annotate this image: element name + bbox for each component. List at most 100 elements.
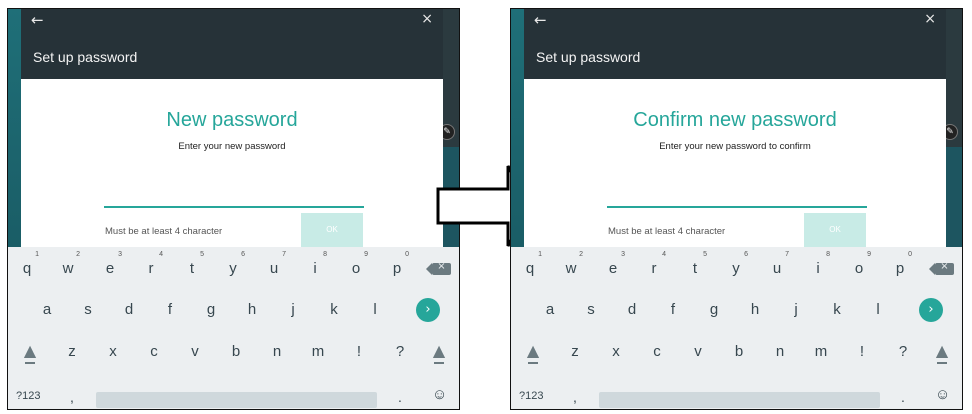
key-k[interactable]: k xyxy=(317,296,351,324)
key-o[interactable]: o9 xyxy=(339,251,373,283)
ok-button[interactable]: OK xyxy=(301,213,363,247)
key-u[interactable]: u7 xyxy=(760,251,794,283)
key-y[interactable]: y6 xyxy=(719,251,753,283)
page-subtitle: Enter your new password to confirm xyxy=(659,141,811,152)
symbols-key[interactable]: ?123 xyxy=(16,390,40,402)
shift-up-arrow-icon[interactable]: ▲ xyxy=(932,342,952,364)
key-k[interactable]: k xyxy=(820,296,854,324)
key-t[interactable]: t5 xyxy=(678,251,712,283)
password-card: Confirm new password Enter your new pass… xyxy=(524,79,946,247)
key-c[interactable]: c xyxy=(640,338,674,366)
key-n[interactable]: n xyxy=(260,338,294,366)
key-p[interactable]: p0 xyxy=(883,251,917,283)
key-exclamation[interactable]: ! xyxy=(845,338,879,366)
key-z[interactable]: z xyxy=(55,338,89,366)
dialog-header: ← × Set up password xyxy=(524,9,946,79)
key-g[interactable]: g xyxy=(194,296,228,324)
shift-up-arrow-icon[interactable]: ▲ xyxy=(20,342,40,364)
key-x[interactable]: x xyxy=(96,338,130,366)
ok-button[interactable]: OK xyxy=(804,213,866,247)
key-s[interactable]: s xyxy=(574,296,608,324)
background-strip-left xyxy=(8,9,21,247)
key-question[interactable]: ? xyxy=(886,338,920,366)
arrow-left-icon[interactable]: ← xyxy=(534,11,547,29)
close-icon[interactable]: × xyxy=(421,11,433,27)
key-i[interactable]: i8 xyxy=(801,251,835,283)
page-title: New password xyxy=(166,109,298,131)
key-v[interactable]: v xyxy=(681,338,715,366)
key-comma[interactable]: , xyxy=(70,389,74,405)
key-t[interactable]: t5 xyxy=(175,251,209,283)
key-exclamation[interactable]: ! xyxy=(342,338,376,366)
dialog-header: ← × Set up password xyxy=(21,9,443,79)
page-title: Confirm new password xyxy=(633,109,837,131)
key-j[interactable]: j xyxy=(779,296,813,324)
key-a[interactable]: a xyxy=(533,296,567,324)
key-f[interactable]: f xyxy=(656,296,690,324)
arrow-left-icon[interactable]: ← xyxy=(31,11,44,29)
key-comma[interactable]: , xyxy=(573,389,577,405)
spacebar[interactable] xyxy=(96,392,377,408)
background-strip-left xyxy=(511,9,524,247)
password-hint: Must be at least 4 character xyxy=(608,226,726,237)
close-icon[interactable]: × xyxy=(924,11,936,27)
key-h[interactable]: h xyxy=(738,296,772,324)
key-r[interactable]: r4 xyxy=(134,251,168,283)
key-u[interactable]: u7 xyxy=(257,251,291,283)
key-h[interactable]: h xyxy=(235,296,269,324)
key-w[interactable]: w2 xyxy=(554,251,588,283)
password-field[interactable] xyxy=(607,206,867,208)
key-period[interactable]: . xyxy=(901,389,905,405)
password-card: New password Enter your new password Mus… xyxy=(21,79,443,247)
keyboard: q1 w2 e3 r4 t5 y6 u7 i8 o9 p0 × a s d f … xyxy=(8,247,459,409)
key-d[interactable]: d xyxy=(112,296,146,324)
key-y[interactable]: y6 xyxy=(216,251,250,283)
key-i[interactable]: i8 xyxy=(298,251,332,283)
page-subtitle: Enter your new password xyxy=(178,141,286,152)
phone-screen-new-password: ✎ ← × Set up password New password Enter… xyxy=(7,8,460,410)
key-w[interactable]: w2 xyxy=(51,251,85,283)
key-z[interactable]: z xyxy=(558,338,592,366)
password-field[interactable] xyxy=(104,206,364,208)
key-q[interactable]: q1 xyxy=(513,251,547,283)
key-e[interactable]: e3 xyxy=(596,251,630,283)
key-l[interactable]: l xyxy=(861,296,895,324)
key-b[interactable]: b xyxy=(722,338,756,366)
emoji-icon[interactable]: ☺ xyxy=(432,386,447,403)
key-d[interactable]: d xyxy=(615,296,649,324)
phone-screen-confirm-password: ✎ ← × Set up password Confirm new passwo… xyxy=(510,8,963,410)
key-period[interactable]: . xyxy=(398,389,402,405)
key-question[interactable]: ? xyxy=(383,338,417,366)
key-m[interactable]: m xyxy=(301,338,335,366)
key-g[interactable]: g xyxy=(697,296,731,324)
key-x[interactable]: x xyxy=(599,338,633,366)
shift-up-arrow-icon[interactable]: ▲ xyxy=(523,342,543,364)
key-c[interactable]: c xyxy=(137,338,171,366)
emoji-icon[interactable]: ☺ xyxy=(935,386,950,403)
password-hint: Must be at least 4 character xyxy=(105,226,223,237)
key-b[interactable]: b xyxy=(219,338,253,366)
shift-up-arrow-icon[interactable]: ▲ xyxy=(429,342,449,364)
key-p[interactable]: p0 xyxy=(380,251,414,283)
backspace-icon[interactable]: × xyxy=(426,261,451,275)
key-v[interactable]: v xyxy=(178,338,212,366)
key-r[interactable]: r4 xyxy=(637,251,671,283)
key-q[interactable]: q1 xyxy=(10,251,44,283)
header-title: Set up password xyxy=(33,49,138,65)
header-title: Set up password xyxy=(536,49,641,65)
key-n[interactable]: n xyxy=(763,338,797,366)
symbols-key[interactable]: ?123 xyxy=(519,390,543,402)
key-f[interactable]: f xyxy=(153,296,187,324)
chevron-right-icon[interactable]: › xyxy=(919,298,943,322)
key-j[interactable]: j xyxy=(276,296,310,324)
keyboard: q1 w2 e3 r4 t5 y6 u7 i8 o9 p0 × a s d f … xyxy=(511,247,962,409)
key-a[interactable]: a xyxy=(30,296,64,324)
key-e[interactable]: e3 xyxy=(93,251,127,283)
key-l[interactable]: l xyxy=(358,296,392,324)
spacebar[interactable] xyxy=(599,392,880,408)
chevron-right-icon[interactable]: › xyxy=(416,298,440,322)
key-m[interactable]: m xyxy=(804,338,838,366)
key-o[interactable]: o9 xyxy=(842,251,876,283)
key-s[interactable]: s xyxy=(71,296,105,324)
backspace-icon[interactable]: × xyxy=(929,261,954,275)
